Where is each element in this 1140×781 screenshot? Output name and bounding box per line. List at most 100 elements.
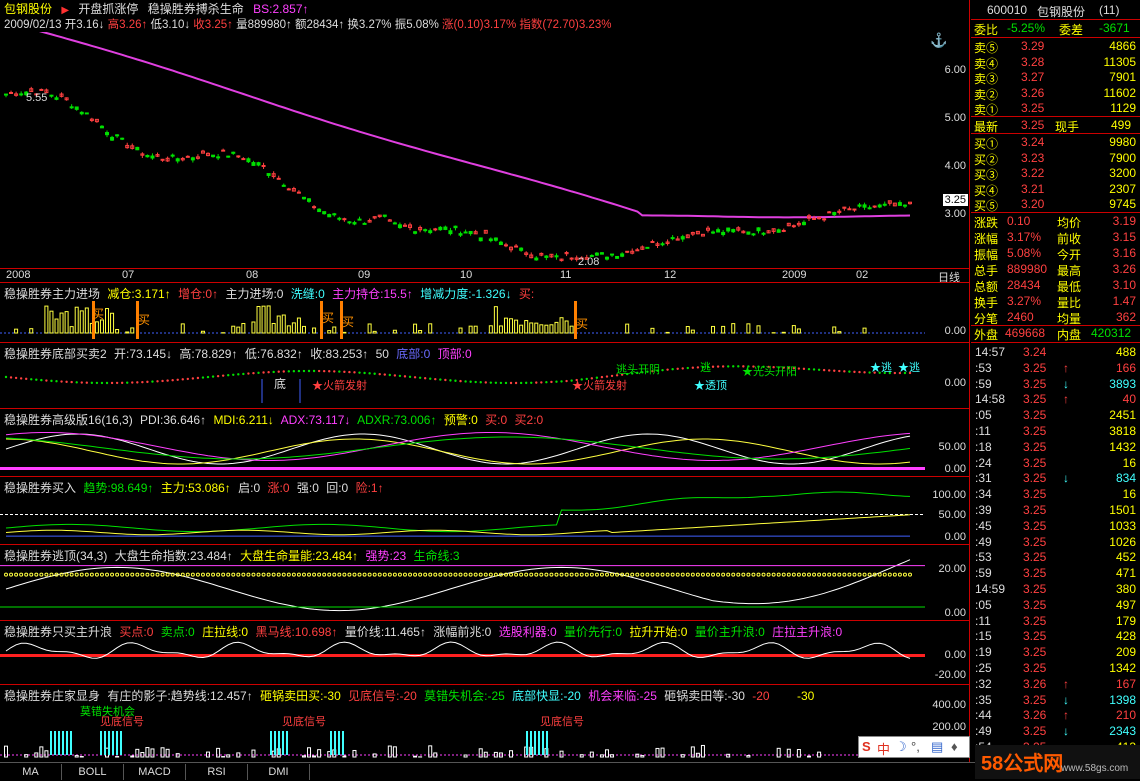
signal-dot [272, 370, 275, 374]
stat-value: 3.26 [1112, 262, 1136, 276]
signal-dot [530, 381, 533, 384]
quote-row: :45 3.25 1033 [971, 518, 1140, 534]
strength-dot [685, 572, 690, 577]
dealer-bar [216, 747, 221, 758]
punct-icon[interactable]: °, [911, 739, 920, 754]
axis-tick: 0.00 [944, 377, 966, 389]
tick-direction: ↓ [1063, 376, 1069, 391]
quote-change: 涨(0.10)3.17% [442, 19, 517, 31]
signal-bar [70, 731, 72, 755]
dealer-bar [463, 754, 468, 758]
ime-mode[interactable]: 中 [877, 739, 890, 758]
signal-dot [721, 365, 725, 368]
stat-value: 0.10 [1007, 214, 1031, 228]
stat-value: 889980 [1007, 262, 1048, 276]
tick-time: 14:59 [975, 582, 1006, 596]
strength-dot [680, 572, 685, 577]
ime-toolbar[interactable]: S 中 ☽ °, ▤ ♦ [858, 736, 970, 758]
indicator-panel-dealer[interactable]: 稳操胜券庄家显身 有庄的影子:趋势线:12.457↑ 砸锅卖田买:-30 见底信… [0, 684, 970, 762]
volume-bar [14, 328, 19, 334]
indicator-name-1[interactable]: 开盘抓涨停 [78, 2, 138, 16]
signal-dot [661, 368, 664, 372]
panel-value: 砸锅卖田买:-30 [260, 689, 341, 703]
strength-dot [135, 572, 140, 577]
strength-dot [817, 572, 822, 577]
buy-price: 3.22 [1021, 166, 1045, 181]
current-hand-value: 499 [1111, 118, 1132, 132]
panel-value: ADX:73.117↓ [280, 413, 351, 427]
panel-value: 趋势:98.649↑ [83, 481, 154, 495]
signal-dot [732, 365, 735, 368]
signal-dot [302, 369, 306, 373]
tick-direction: ↓ [1063, 724, 1069, 739]
tick-volume: 452 [1115, 550, 1136, 565]
indicator-panel-escape-top[interactable]: 稳操胜券逃顶(34,3) 大盘生命指数:23.484↑ 大盘生命量能:23.48… [0, 544, 970, 620]
signal-bar [546, 731, 548, 755]
strength-dot [660, 572, 665, 577]
dealer-bar [130, 755, 135, 758]
tab-macd[interactable]: MACD [124, 764, 186, 780]
quote-row: :59 3.25 ↓ 3893 [971, 376, 1140, 392]
candle-body [751, 233, 756, 236]
signal-dot [444, 378, 447, 382]
candle-body [801, 221, 806, 226]
sell-volume: 7901 [1109, 70, 1136, 85]
weibi-row: 委比 -5.25% 委差 -3671 [971, 20, 1140, 37]
candle-body [897, 202, 902, 206]
strength-dot [362, 572, 367, 577]
tick-time: :15 [975, 629, 992, 644]
indicator-panel-buy[interactable]: 稳操胜券买入 趋势:98.649↑ 主力:53.086↑ 启:0 涨:0 强:0… [0, 476, 970, 544]
tab-ma[interactable]: MA [0, 764, 62, 780]
candle-body [170, 154, 175, 157]
candle-body [362, 222, 367, 225]
strength-dot [564, 572, 569, 577]
tab-boll[interactable]: BOLL [62, 764, 124, 780]
strength-dot [569, 572, 574, 577]
indicator-panel-dmi[interactable]: 稳操胜券高级版16(16,3) PDI:36.646↑ MDI:6.211↓ A… [0, 408, 970, 476]
dealer-bar [640, 755, 645, 758]
quote-header: 600010 包钢股份 (11) [971, 2, 1140, 19]
strength-dot [756, 572, 761, 577]
anchor-icon[interactable]: ⚓ [930, 32, 947, 49]
indicator-panel-main-wave[interactable]: 稳操胜券只买主升浪 买点:0 卖点:0 庄拉线:0 黑马线:10.698↑ 量价… [0, 620, 970, 684]
tick-time: :39 [975, 503, 992, 517]
strength-dot [387, 572, 392, 577]
signal-dot [322, 369, 326, 373]
volume-bar [261, 305, 266, 334]
quote-row: :53 3.25 452 [971, 549, 1140, 565]
volume-bar [832, 326, 837, 334]
panel-value: MDI:6.211↓ [213, 413, 274, 427]
buy-price: 3.20 [1021, 197, 1045, 212]
volume-bar [276, 315, 281, 334]
candle-body [342, 218, 347, 221]
chart-area[interactable]: 包钢股份 ▶ 开盘抓涨停 稳操胜券搏杀生命 BS:2.857↑ 2009/02/… [0, 0, 970, 762]
signal-dot [85, 381, 89, 384]
panel-value: 启:0 [238, 481, 261, 495]
panel-value: 险:1↑ [355, 481, 384, 495]
moon-icon[interactable]: ☽ [895, 739, 907, 755]
candle-body [185, 155, 190, 158]
price-panel[interactable]: 6.00 5.00 4.00 3.00 3.25 5.55 2.08 ⚓ [0, 32, 970, 268]
tab-rsi[interactable]: RSI [186, 764, 248, 780]
watermark-brand: 58公式网 [981, 753, 1064, 775]
candle-body [241, 158, 246, 161]
strength-dot [731, 572, 736, 577]
indicator-name-2[interactable]: 稳操胜券搏杀生命 [148, 2, 244, 16]
volume-bar [559, 317, 564, 334]
volume-bar [200, 330, 205, 334]
candle-body [791, 225, 796, 228]
indicator-panel-main-force[interactable]: 稳操胜券主力进场 减仓:3.171↑ 增仓:0↑ 主力进场:0 洗缝:0 主力持… [0, 282, 970, 342]
tab-dmi[interactable]: DMI [248, 764, 310, 780]
tick-price: 3.25 [1023, 439, 1047, 454]
price-chart[interactable] [0, 32, 970, 268]
tick-volume: 488 [1115, 345, 1136, 359]
indicator-panel-bottom-buy-sell[interactable]: 稳操胜券底部买卖2 开:73.145↓ 高:78.829↑ 低:76.832↑ … [0, 342, 970, 408]
weidiff-value: -3671 [1099, 21, 1130, 35]
signal-dot [429, 377, 432, 380]
keyboard-icon[interactable]: ▤ [931, 739, 943, 755]
signal-dot [373, 372, 376, 375]
strength-dot [857, 572, 862, 577]
candle-body [211, 154, 216, 158]
settings-icon[interactable]: ♦ [951, 739, 958, 754]
volume-bar [291, 322, 296, 334]
